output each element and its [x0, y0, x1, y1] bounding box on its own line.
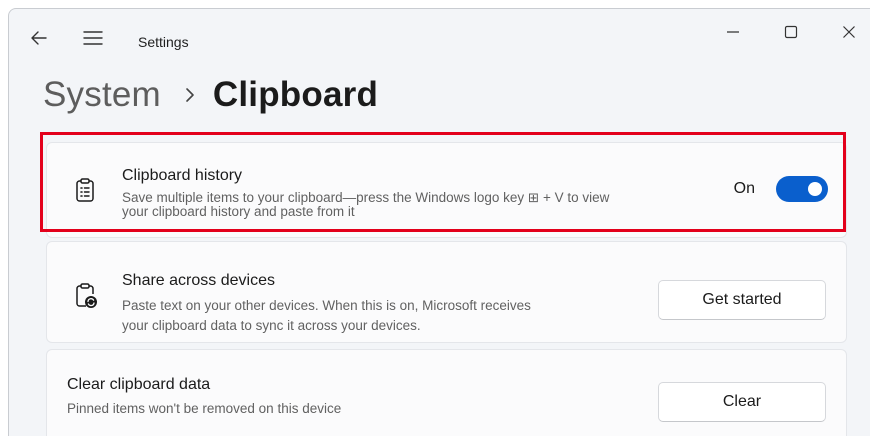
clear-clipboard-card: Clear clipboard data Pinned items won't …	[46, 349, 847, 436]
settings-window: Settings System Clipboard Clipboard hist…	[8, 8, 870, 436]
toggle-knob	[808, 182, 822, 196]
window-title: Settings	[138, 34, 189, 50]
close-icon[interactable]	[829, 17, 869, 47]
clear-button[interactable]: Clear	[658, 382, 826, 422]
share-across-devices-title: Share across devices	[122, 272, 275, 289]
clipboard-history-description: Save multiple items to your clipboard—pr…	[122, 189, 609, 220]
clipboard-history-card: Clipboard history Save multiple items to…	[46, 142, 847, 238]
back-arrow-icon[interactable]	[28, 27, 50, 49]
toggle-switch[interactable]	[776, 176, 828, 202]
share-across-devices-card: Share across devices Paste text on your …	[46, 241, 847, 343]
breadcrumb-system[interactable]: System	[43, 75, 161, 115]
clear-clipboard-description: Pinned items won't be removed on this de…	[67, 401, 342, 416]
clipboard-sync-icon	[72, 282, 98, 308]
clipboard-history-toggle[interactable]: On	[734, 176, 828, 202]
chevron-right-icon	[185, 87, 195, 103]
maximize-icon[interactable]	[771, 17, 811, 47]
clipboard-list-icon	[72, 177, 98, 203]
share-desc-line2: your clipboard data to sync it across yo…	[122, 318, 421, 333]
title-bar: Settings	[9, 9, 870, 55]
hamburger-menu-icon[interactable]	[82, 28, 104, 48]
breadcrumb: System Clipboard	[43, 73, 378, 117]
page-title: Clipboard	[212, 75, 379, 114]
share-desc-line1: Paste text on your other devices. When t…	[122, 298, 531, 313]
toggle-state-label: On	[733, 180, 755, 197]
clear-clipboard-title: Clear clipboard data	[67, 376, 211, 393]
share-across-devices-description: Paste text on your other devices. When t…	[122, 296, 531, 336]
get-started-button[interactable]: Get started	[658, 280, 826, 320]
clipboard-history-title: Clipboard history	[122, 167, 243, 184]
minimize-icon[interactable]	[713, 17, 753, 47]
